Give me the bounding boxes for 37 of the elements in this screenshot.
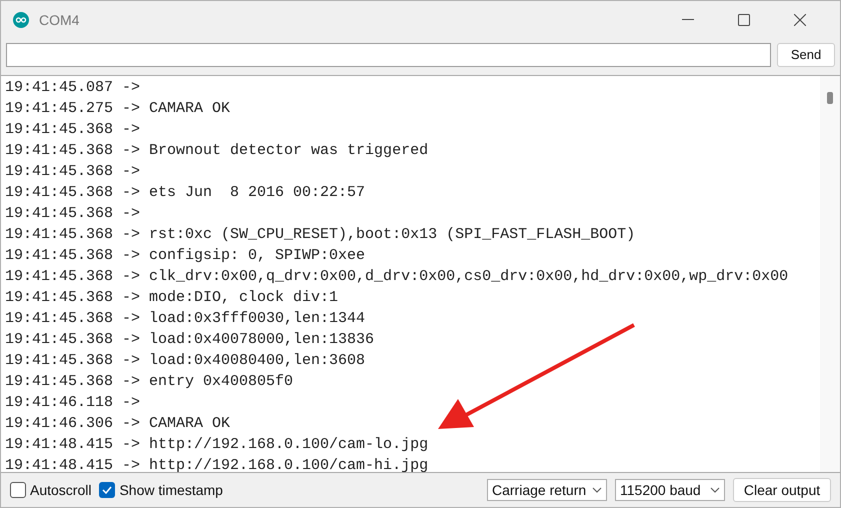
output-line: 19:41:45.368 -> clk_drv:0x00,q_drv:0x00,d_drv:0x00,cs0_drv:0x00,hd_drv:0x00,wp_drv:0x00 [5,267,788,287]
output-line: 19:41:45.368 -> ets Jun 8 2016 00:22:57 [5,183,366,203]
output-line: 19:41:45.368 -> load:0x40080400,len:3608 [5,351,366,371]
app-logo-icon [13,12,29,28]
close-icon [794,14,806,26]
checkbox-label: Autoscroll [30,480,92,500]
output-line: 19:41:46.118 -> [5,393,140,413]
output-line: 19:41:45.368 -> load:0x40078000,len:13836 [5,330,374,350]
send-button[interactable]: Send [777,43,835,67]
output-line: 19:41:48.415 -> http://192.168.0.100/cam-lo.jpg [5,435,428,455]
checkbox-label: Show timestamp [119,480,223,500]
output-line: 19:41:45.368 -> mode:DIO, clock div:1 [5,288,338,308]
chevron-down-icon [592,487,602,493]
output-line: 19:41:45.368 -> Brownout detector was triggered [5,141,428,161]
checkbox[interactable] [10,482,26,498]
output-line: 19:41:45.368 -> load:0x3fff0030,len:1344 [5,309,366,329]
output-line: 19:41:45.368 -> entry 0x400805f0 [5,372,294,392]
message-input-field[interactable] [6,43,771,67]
output-line: 19:41:48.415 -> http://192.168.0.100/cam-hi.jpg [5,456,428,472]
output-line: 19:41:45.368 -> rst:0xc (SW_CPU_RESET),boot:0x13 (SPI_FAST_FLASH_BOOT) [5,225,636,245]
minimize-icon [682,19,694,21]
chevron-down-icon [710,487,720,493]
output-line: 19:41:45.275 -> CAMARA OK [5,99,230,119]
output-line: 19:41:45.368 -> configsip: 0, SPIWP:0xee [5,246,366,266]
line-ending-dropdown[interactable]: Carriage return [487,479,607,501]
check-icon [102,486,112,494]
baud-rate-dropdown[interactable]: 115200 baud [615,479,725,501]
output-line: 19:41:45.368 -> [5,162,140,182]
scrollbar[interactable] [820,76,840,472]
clear-output-button[interactable]: Clear output [733,478,831,502]
window-title: COM4 [39,10,80,30]
maximize-icon [738,14,750,26]
output-line: 19:41:46.306 -> CAMARA OK [5,414,230,434]
checkbox[interactable] [99,482,116,498]
output-line: 19:41:45.368 -> [5,120,140,140]
output-line: 19:41:45.087 -> [5,78,140,98]
output-line: 19:41:45.368 -> [5,204,140,224]
